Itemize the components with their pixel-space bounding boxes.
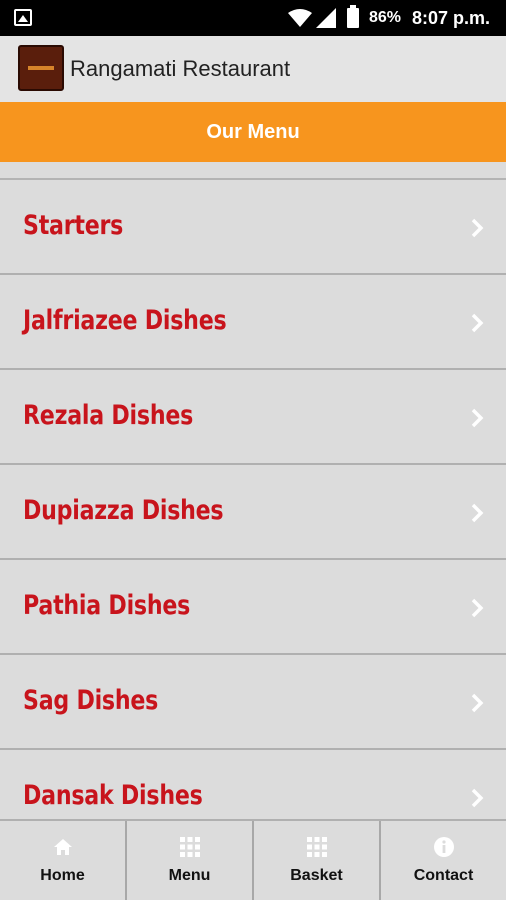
nav-contact-button[interactable]: Contact [381,821,506,900]
grid-icon [179,837,200,857]
bottom-navigation: Home Menu Basket Contact [0,819,506,900]
menu-category-starters[interactable]: Starters [0,180,506,275]
chevron-right-icon [471,693,484,713]
app-bar: Rangamati Restaurant [0,36,506,102]
signal-icon [316,8,336,28]
restaurant-logo [18,45,64,91]
menu-category-list: Starters Jalfriazee Dishes Rezala Dishes… [0,162,506,819]
gallery-icon [14,9,32,26]
menu-category-dupiazza[interactable]: Dupiazza Dishes [0,465,506,560]
menu-category-label: Rezala Dishes [23,400,194,431]
menu-category-dansak[interactable]: Dansak Dishes [0,750,506,819]
app-title: Rangamati Restaurant [70,56,291,81]
chevron-right-icon [471,313,484,333]
chevron-right-icon [471,218,484,238]
nav-basket-label: Basket [290,867,343,884]
menu-category-label: Pathia Dishes [23,590,191,621]
menu-category-sag[interactable]: Sag Dishes [0,655,506,750]
menu-category-pathia[interactable]: Pathia Dishes [0,560,506,655]
home-icon [53,839,72,855]
list-top-spacer [0,162,506,180]
menu-category-jalfriazee[interactable]: Jalfriazee Dishes [0,275,506,370]
menu-category-label: Jalfriazee Dishes [23,305,227,336]
nav-menu-label: Menu [168,867,211,884]
nav-contact-label: Contact [413,867,474,884]
menu-category-rezala[interactable]: Rezala Dishes [0,370,506,465]
clock: 8:07 p.m. [412,8,491,28]
nav-home-label: Home [40,867,85,884]
nav-menu-button[interactable]: Menu [127,821,254,900]
our-menu-header: Our Menu [0,102,506,162]
nav-basket-button[interactable]: Basket [254,821,381,900]
battery-icon [347,5,359,28]
battery-percentage: 86% [369,9,402,26]
menu-category-label: Dansak Dishes [23,780,203,811]
menu-category-label: Starters [23,210,124,241]
menu-category-label: Dupiazza Dishes [23,495,224,526]
info-icon [433,837,454,857]
wifi-icon [288,9,312,27]
grid-icon [306,837,327,857]
chevron-right-icon [471,503,484,523]
nav-home-button[interactable]: Home [0,821,127,900]
status-bar: 86% 8:07 p.m. [0,0,506,36]
chevron-right-icon [471,408,484,428]
chevron-right-icon [471,598,484,618]
chevron-right-icon [471,788,484,808]
menu-category-label: Sag Dishes [23,685,159,716]
